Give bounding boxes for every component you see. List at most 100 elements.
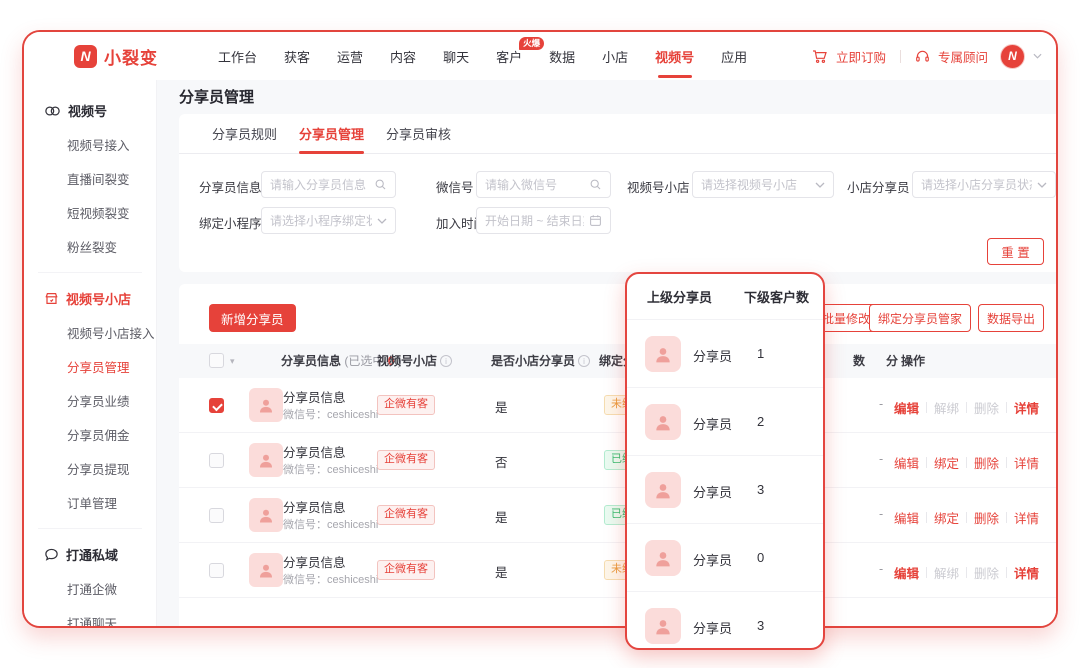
delete-link[interactable]: 删除 <box>974 453 999 472</box>
chevron-down-icon <box>377 218 387 224</box>
column-header-actions: 操作 <box>901 344 925 378</box>
edit-link[interactable]: 编辑 <box>894 563 919 582</box>
bind-link[interactable]: 绑定 <box>934 508 959 527</box>
row-actions: 编辑解绑删除详情 <box>894 563 1039 582</box>
filter-label-wechat: 微信号 <box>436 177 474 196</box>
shop-member-select[interactable]: 请选择小店分享员状态 <box>912 171 1056 198</box>
avatar <box>645 404 681 440</box>
mini-program-select[interactable]: 请选择小程序绑定状态 <box>261 207 396 234</box>
shop-select[interactable]: 请选择视频号小店 <box>692 171 834 198</box>
nav-item-5[interactable]: 聊天 <box>443 32 469 80</box>
select-all-checkbox[interactable] <box>209 353 224 368</box>
member-info-search-field[interactable] <box>261 171 396 198</box>
sidebar-item-video-fission[interactable]: 短视频裂变 <box>24 195 156 229</box>
manager-value: - <box>879 397 883 411</box>
column-header-fragment-share: 分 <box>886 344 898 378</box>
headset-icon <box>915 49 930 64</box>
sidebar-item-sharer-commission[interactable]: 分享员佣金 <box>24 417 156 451</box>
calendar-icon <box>589 214 602 227</box>
edit-link[interactable]: 编辑 <box>894 453 919 472</box>
popup-header: 上级分享员 下级客户数 <box>627 274 823 320</box>
sidebar-item-live-fission[interactable]: 直播间裂变 <box>24 161 156 195</box>
row-checkbox[interactable] <box>209 453 224 468</box>
row-actions: 编辑绑定删除详情 <box>894 453 1039 472</box>
nav-divider <box>900 50 901 63</box>
join-time-range-field[interactable]: 开始日期 ~ 结束日期 <box>476 207 611 234</box>
tab-sharer-management[interactable]: 分享员管理 <box>299 114 364 153</box>
nav-item-6[interactable]: 客户 火爆 <box>496 32 522 80</box>
wecom-tag-badge: 企微有客 <box>377 450 435 470</box>
info-icon[interactable] <box>578 355 590 367</box>
row-checkbox[interactable] <box>209 508 224 523</box>
info-icon[interactable] <box>440 355 452 367</box>
sidebar-section-channels[interactable]: 视频号 <box>24 94 156 127</box>
advisor-link[interactable]: 专属顾问 <box>938 47 988 66</box>
nav-item-10[interactable]: 应用 <box>721 32 747 80</box>
bind-manager-button[interactable]: 绑定分享员管家 <box>869 304 971 332</box>
wechat-search-input[interactable] <box>485 178 584 192</box>
popup-sharer-name: 分享员 <box>693 414 732 433</box>
avatar <box>645 336 681 372</box>
page-title: 分享员管理 <box>179 86 254 107</box>
member-info-search-input[interactable] <box>270 178 369 192</box>
popup-col-customer-count: 下级客户数 <box>744 287 809 306</box>
nav-item-1[interactable]: 工作台 <box>218 32 257 80</box>
sidebar-item-sharer-management[interactable]: 分享员管理 <box>24 349 156 383</box>
chat-icon <box>44 547 59 562</box>
sidebar-item-sharer-withdraw[interactable]: 分享员提现 <box>24 451 156 485</box>
nav-item-7[interactable]: 数据 <box>549 32 575 80</box>
column-header-is-sharer: 是否小店分享员 <box>491 344 590 378</box>
delete-link[interactable]: 删除 <box>974 508 999 527</box>
wecom-tag-badge: 企微有客 <box>377 395 435 415</box>
sidebar-item-shop-access[interactable]: 视频号小店接入 <box>24 315 156 349</box>
superior-sharer-popup: 上级分享员 下级客户数 分享员 1 分享员 2 分享员 3 分享员 0 分享员 … <box>625 272 825 650</box>
sidebar-section-shop[interactable]: 视频号小店 <box>24 282 156 315</box>
nav-item-2[interactable]: 获客 <box>284 32 310 80</box>
detail-link[interactable]: 详情 <box>1014 508 1039 527</box>
wechat-search-field[interactable] <box>476 171 611 198</box>
sidebar-item-channels-access[interactable]: 视频号接入 <box>24 127 156 161</box>
search-icon <box>374 178 387 191</box>
detail-link[interactable]: 详情 <box>1014 398 1039 417</box>
filter-label-shop: 视频号小店 <box>627 177 690 196</box>
table-row: 分享员信息 微信号：ceshiceshi 企微有客 是 已绑定 - 编辑绑定删除… <box>179 488 1056 543</box>
detail-link[interactable]: 详情 <box>1014 563 1039 582</box>
sharer-wechat: 微信号：ceshiceshi <box>283 406 378 422</box>
row-checkbox[interactable] <box>209 398 224 413</box>
sidebar-item-connect-chat[interactable]: 打通聊天 <box>24 605 156 628</box>
reset-button[interactable]: 重 置 <box>987 238 1044 265</box>
avatar <box>249 498 283 532</box>
detail-link[interactable]: 详情 <box>1014 453 1039 472</box>
chevron-down-icon[interactable] <box>1033 53 1042 59</box>
nav-item-4[interactable]: 内容 <box>390 32 416 80</box>
tab-sharer-review[interactable]: 分享员审核 <box>386 114 451 153</box>
sidebar-item-sharer-performance[interactable]: 分享员业绩 <box>24 383 156 417</box>
top-navbar: N 小裂变 工作台 获客 运营 内容 聊天 客户 火爆 数据 小店 视频号 应用… <box>24 32 1056 80</box>
add-sharer-button[interactable]: 新增分享员 <box>209 304 296 332</box>
popup-sharer-name: 分享员 <box>693 482 732 501</box>
nav-item-3[interactable]: 运营 <box>337 32 363 80</box>
nav-item-9-active[interactable]: 视频号 <box>655 32 694 80</box>
main-content: 分享员管理 分享员规则 分享员管理 分享员审核 分享员信息 微信号 <box>157 80 1056 626</box>
cart-icon <box>812 49 828 64</box>
nav-item-8[interactable]: 小店 <box>602 32 628 80</box>
brand-logo-icon: N <box>74 45 97 68</box>
edit-link[interactable]: 编辑 <box>894 398 919 417</box>
sidebar: 视频号 视频号接入 直播间裂变 短视频裂变 粉丝裂变 视频号小店 视频号小店接入… <box>24 80 157 626</box>
sidebar-item-connect-wecom[interactable]: 打通企微 <box>24 571 156 605</box>
export-button[interactable]: 数据导出 <box>978 304 1044 332</box>
avatar <box>249 388 283 422</box>
user-avatar[interactable]: N <box>1000 44 1025 69</box>
sidebar-item-order-management[interactable]: 订单管理 <box>24 485 156 519</box>
sidebar-section-private[interactable]: 打通私域 <box>24 538 156 571</box>
column-header-fragment-count: 数 <box>853 344 865 378</box>
sidebar-item-fans-fission[interactable]: 粉丝裂变 <box>24 229 156 263</box>
tab-sharer-rules[interactable]: 分享员规则 <box>212 114 277 153</box>
unbind-link: 解绑 <box>934 398 959 417</box>
row-checkbox[interactable] <box>209 563 224 578</box>
edit-link[interactable]: 编辑 <box>894 508 919 527</box>
select-caret-icon[interactable] <box>230 344 235 378</box>
hot-badge: 火爆 <box>519 37 544 50</box>
bind-link[interactable]: 绑定 <box>934 453 959 472</box>
subscribe-link[interactable]: 立即订购 <box>836 47 886 66</box>
